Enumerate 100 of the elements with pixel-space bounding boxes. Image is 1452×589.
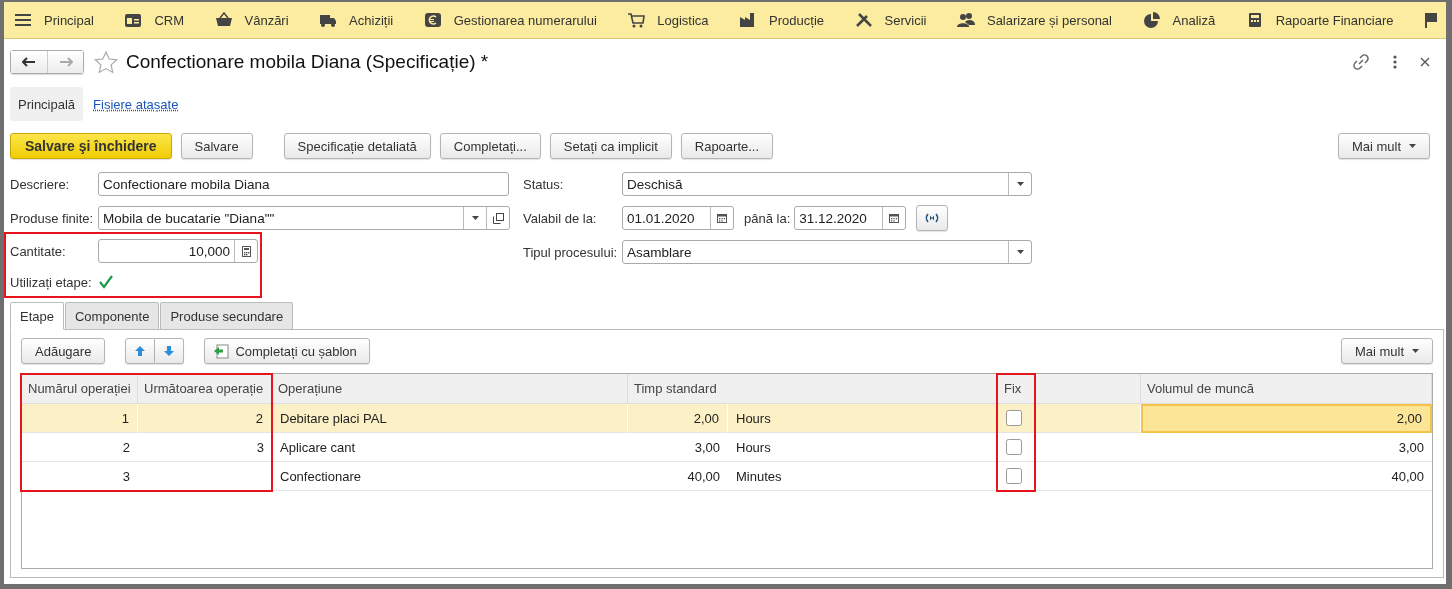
table-cell: 2 (22, 433, 138, 462)
table-cell: 3,00 (628, 433, 728, 462)
toolbar-button[interactable]: Specificație detaliată (283, 133, 431, 159)
field-label: până la: (744, 210, 791, 226)
date-field[interactable]: 01.01.2020 (622, 206, 734, 230)
field-label: Valabil de la: (523, 210, 598, 226)
close-icon[interactable] (1420, 57, 1430, 67)
column-header[interactable]: Următoarea operație (138, 374, 272, 404)
table-cell: Hours (728, 404, 998, 433)
euro-icon (423, 12, 442, 28)
table-cell: Confectionare (272, 462, 628, 491)
table-row[interactable]: 2 3 Aplicare cant 3,00 Hours 3,00 (22, 433, 1432, 462)
tab[interactable]: Componente (65, 302, 160, 330)
toolbar-button[interactable]: Setați ca implicit (549, 133, 672, 159)
menu-item[interactable]: Achiziții (319, 12, 394, 28)
field-label: Descriere: (10, 176, 71, 192)
checkbox[interactable] (1006, 439, 1022, 455)
toolbar-button[interactable]: Rapoarte... (680, 133, 774, 159)
tab[interactable]: Produse secundare (160, 302, 294, 330)
table-cell: 1 (22, 404, 138, 433)
toolbar-button[interactable]: Completați... (439, 133, 541, 159)
more-icon[interactable] (1392, 54, 1398, 70)
cart-icon (627, 12, 646, 28)
table-cell: 40,00 (628, 462, 728, 491)
caret-icon (1412, 349, 1419, 353)
dropdown-icon[interactable] (471, 216, 479, 220)
table-cell: 2 (138, 404, 272, 433)
form-tab[interactable]: Principală (10, 87, 84, 121)
field-label: Utilizați etape: (10, 274, 93, 290)
description-field[interactable]: Confectionare mobila Diana (98, 172, 509, 196)
tab[interactable]: Etape (10, 302, 64, 330)
table-row[interactable]: 3 Confectionare 40,00 Minutes 40,00 (22, 462, 1432, 491)
field-label: Produse finite: (10, 210, 95, 226)
menu-item[interactable]: CRM (124, 12, 184, 28)
table-cell[interactable]: 3,00 (1141, 433, 1432, 462)
table-cell: 2,00 (628, 404, 728, 433)
save-close-button[interactable]: Salvare şi închidere (10, 133, 172, 159)
status-field[interactable]: Deschisă (622, 172, 1032, 196)
menu-item[interactable]: Servicii (854, 12, 927, 28)
menu-item[interactable]: Salarizare și personal (956, 12, 1112, 28)
column-header[interactable]: Timp standard (628, 374, 998, 404)
field-label: Tipul procesului: (523, 244, 619, 260)
dropdown-icon[interactable] (1016, 182, 1024, 186)
back-button[interactable] (11, 51, 47, 73)
table-cell: Aplicare cant (272, 433, 628, 462)
quantity-field[interactable]: 10,000 (98, 239, 258, 263)
open-icon[interactable] (492, 212, 504, 224)
period-button[interactable] (916, 205, 949, 231)
table-row[interactable]: 1 2 Debitare placi PAL 2,00 Hours 2,00 (22, 404, 1432, 433)
people-icon (956, 12, 975, 28)
table-cell[interactable]: 40,00 (1141, 462, 1432, 491)
checkbox[interactable] (1006, 410, 1022, 426)
template-icon (213, 343, 230, 359)
toolbar-button[interactable]: Salvare (180, 133, 253, 159)
link-icon[interactable] (1352, 53, 1370, 71)
menu-item[interactable]: Logistica (627, 12, 709, 28)
calendar-icon[interactable] (889, 213, 900, 223)
date-field[interactable]: 31.12.2020 (794, 206, 907, 230)
menu-item[interactable]: Principal (14, 12, 94, 28)
checkbox[interactable] (1006, 468, 1022, 484)
column-header[interactable]: Fix (998, 374, 1141, 404)
more-button[interactable]: Mai mult (1340, 338, 1433, 364)
column-header[interactable]: Operațiune (272, 374, 628, 404)
table-cell: Debitare placi PAL (272, 404, 628, 433)
process-type-field[interactable]: Asamblare (622, 240, 1032, 264)
flag-icon[interactable] (1423, 12, 1438, 28)
move-down-button[interactable] (155, 338, 185, 364)
calendar-icon[interactable] (717, 213, 727, 223)
id-card-icon (124, 12, 143, 28)
up-arrow-icon (134, 345, 147, 357)
period-icon (925, 213, 940, 223)
menu-item[interactable]: Rapoarte Financiare (1245, 12, 1394, 28)
dropdown-icon[interactable] (1016, 250, 1024, 254)
tools-icon (854, 12, 873, 28)
form-tab[interactable]: Fișiere atașate (85, 87, 187, 121)
menu-item[interactable]: Analiză (1142, 12, 1216, 28)
star-icon[interactable] (94, 50, 118, 74)
table-cell[interactable]: 2,00 (1141, 404, 1432, 433)
menu-item[interactable]: Vânzări (214, 12, 289, 28)
add-button[interactable]: Adăugare (21, 338, 106, 364)
more-button[interactable]: Mai mult (1337, 133, 1430, 159)
column-header[interactable]: Numărul operației (22, 374, 138, 404)
down-arrow-icon (163, 345, 176, 357)
basket-icon (214, 12, 233, 28)
table-cell: 3 (138, 433, 272, 462)
checkbox[interactable] (98, 274, 114, 290)
back-arrow-icon (22, 57, 36, 67)
table-cell: Minutes (728, 462, 998, 491)
calculator-icon[interactable] (241, 245, 251, 257)
menu-item[interactable]: Producție (739, 12, 825, 28)
menu-item[interactable]: Gestionarea numerarului (423, 12, 597, 28)
table-cell: Hours (728, 433, 998, 462)
table-cell: 3 (22, 462, 138, 491)
column-header[interactable]: Volumul de muncă (1141, 374, 1432, 404)
truck-icon (319, 12, 338, 28)
move-up-button[interactable] (125, 338, 156, 364)
pie-chart-icon (1142, 12, 1161, 28)
field-label: Status: (523, 176, 565, 192)
product-field[interactable]: Mobila de bucatarie "Diana"" (98, 206, 510, 230)
fill-template-button[interactable]: Completați cu șablon (204, 338, 370, 364)
